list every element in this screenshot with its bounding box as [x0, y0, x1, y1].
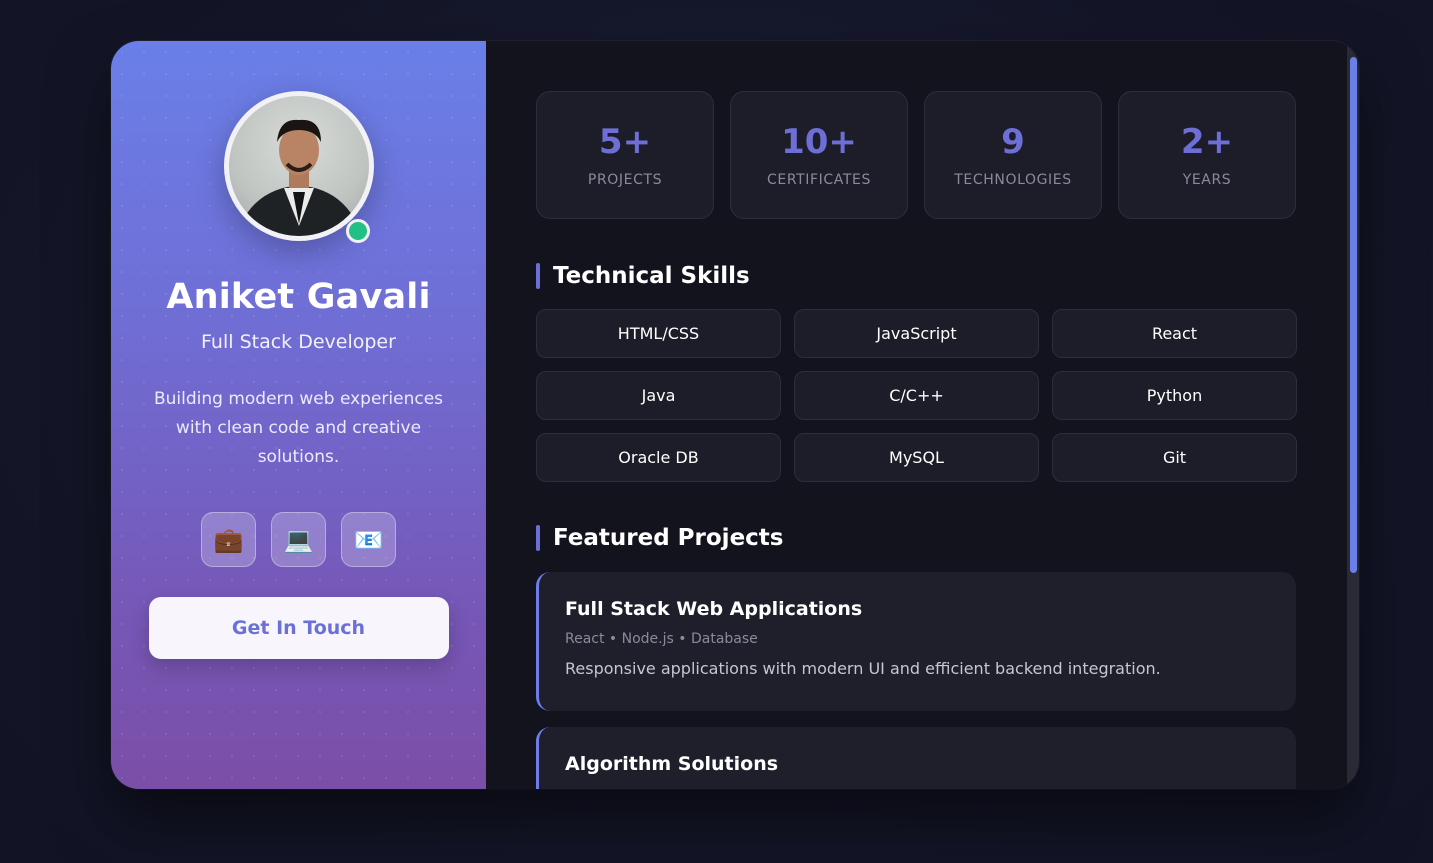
project-title: Full Stack Web Applications — [565, 598, 863, 620]
briefcase-link[interactable]: 💼 — [201, 512, 256, 567]
email-icon: 📧 — [353, 525, 384, 554]
skill-tag: JavaScript — [794, 309, 1039, 358]
projects-heading-text: Featured Projects — [553, 525, 784, 551]
stats-row: 5+ PROJECTS 10+ CERTIFICATES 9 TECHNOLOG… — [536, 91, 1359, 219]
skill-tag: Git — [1052, 433, 1297, 482]
projects-list: Full Stack Web Applications React • Node… — [536, 572, 1296, 789]
stat-value: 9 — [1001, 122, 1025, 162]
get-in-touch-button[interactable]: Get In Touch — [148, 597, 449, 659]
laptop-icon: 💻 — [283, 525, 314, 554]
scrollbar[interactable] — [1347, 41, 1359, 789]
avatar — [223, 91, 374, 241]
skill-tag: HTML/CSS — [536, 309, 781, 358]
stat-card-certificates: 10+ CERTIFICATES — [730, 91, 908, 219]
project-description: Responsive applications with modern UI a… — [565, 659, 1161, 678]
social-links: 💼 💻 📧 — [201, 512, 396, 567]
briefcase-icon: 💼 — [213, 525, 244, 554]
section-accent-bar — [536, 525, 540, 551]
stat-label: YEARS — [1182, 172, 1232, 188]
profile-bio: Building modern web experiences with cle… — [153, 389, 444, 467]
project-card[interactable]: Full Stack Web Applications React • Node… — [536, 572, 1296, 711]
stat-card-projects: 5+ PROJECTS — [536, 91, 714, 219]
online-status-indicator — [345, 219, 370, 243]
stat-card-years: 2+ YEARS — [1118, 91, 1296, 219]
content-panel[interactable]: 5+ PROJECTS 10+ CERTIFICATES 9 TECHNOLOG… — [486, 41, 1359, 789]
person-photo-icon — [237, 119, 360, 236]
project-title: Algorithm Solutions — [565, 753, 779, 775]
stat-value: 2+ — [1180, 122, 1234, 162]
stat-value: 10+ — [781, 122, 857, 162]
skill-tag: Python — [1052, 371, 1297, 420]
skills-heading: Technical Skills — [536, 263, 1359, 289]
stat-label: TECHNOLOGIES — [954, 172, 1072, 188]
project-card[interactable]: Algorithm Solutions — [536, 727, 1296, 789]
profile-name: Aniket Gavali — [166, 277, 431, 317]
profile-panel: Aniket Gavali Full Stack Developer Build… — [111, 41, 486, 789]
projects-heading: Featured Projects — [536, 525, 1359, 551]
stat-label: PROJECTS — [587, 172, 663, 188]
skill-tag: MySQL — [794, 433, 1039, 482]
scrollbar-thumb[interactable] — [1350, 57, 1357, 573]
skill-tag: Java — [536, 371, 781, 420]
stat-value: 5+ — [598, 122, 652, 162]
stat-card-technologies: 9 TECHNOLOGIES — [924, 91, 1102, 219]
skills-grid: HTML/CSS JavaScript React Java C/C++ Pyt… — [536, 309, 1297, 482]
laptop-link[interactable]: 💻 — [271, 512, 326, 567]
stat-label: CERTIFICATES — [767, 172, 871, 188]
section-accent-bar — [536, 263, 540, 289]
portfolio-card: Aniket Gavali Full Stack Developer Build… — [111, 41, 1359, 789]
skill-tag: React — [1052, 309, 1297, 358]
project-tags: React • Node.js • Database — [565, 631, 758, 647]
skill-tag: C/C++ — [794, 371, 1039, 420]
avatar-container — [223, 91, 374, 243]
email-link[interactable]: 📧 — [341, 512, 396, 567]
skill-tag: Oracle DB — [536, 433, 781, 482]
profile-role: Full Stack Developer — [201, 331, 396, 353]
skills-heading-text: Technical Skills — [553, 263, 750, 289]
